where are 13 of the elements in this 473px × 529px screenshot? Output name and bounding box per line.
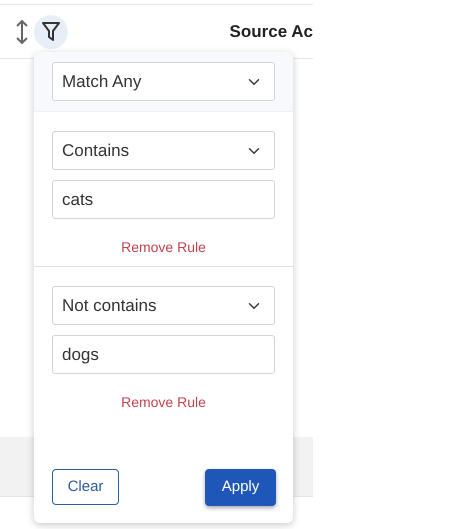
- filter-button[interactable]: [34, 14, 68, 48]
- column-header: Source Ac: [230, 20, 313, 43]
- filter-icon: [41, 20, 61, 42]
- sort-icon[interactable]: [14, 18, 30, 44]
- condition-select[interactable]: Contains: [52, 131, 275, 170]
- value-field[interactable]: cats: [52, 180, 275, 219]
- remove-rule-link[interactable]: Remove Rule: [121, 392, 206, 413]
- condition-select[interactable]: Not contains: [52, 286, 275, 325]
- value-field[interactable]: dogs: [52, 335, 275, 374]
- match-select[interactable]: Match Any: [52, 62, 275, 101]
- remove-rule-link[interactable]: Remove Rule: [121, 237, 206, 258]
- apply-button[interactable]: Apply: [205, 469, 276, 506]
- clear-button[interactable]: Clear: [52, 469, 119, 505]
